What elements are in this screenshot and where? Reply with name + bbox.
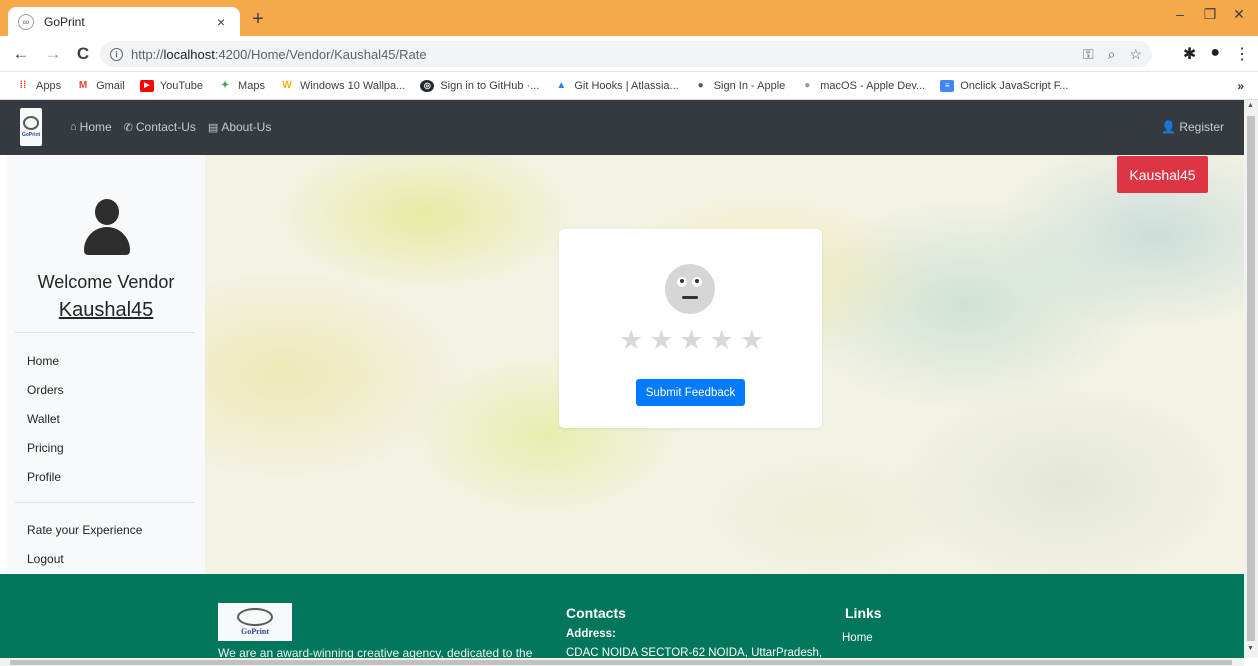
goprint-favicon-icon: ∞ [18, 13, 34, 30]
star-rating[interactable]: ★ ★ ★ ★ ★ [619, 326, 764, 354]
address-bar[interactable]: i http://localhost:4200/Home/Vendor/Kaus… [100, 41, 1152, 67]
footer-link-home[interactable]: Home [842, 632, 873, 644]
vendor-sidebar: Welcome Vendor Kaushal45 Home Orders Wal… [7, 155, 205, 574]
infinity-logo-icon [237, 608, 273, 626]
bookmark-star-icon[interactable]: ☆ [1129, 46, 1142, 63]
youtube-icon: ▶ [139, 79, 154, 92]
docs-icon: ≡ [940, 79, 955, 92]
app-navbar: GoPrint ⌂ Home ✆ Contact-Us ▤ About-Us 👤 Reg… [0, 100, 1244, 155]
star-icon[interactable]: ★ [710, 326, 734, 354]
horizontal-scrollbar[interactable] [0, 658, 1244, 666]
nav-home-link[interactable]: ⌂ Home [70, 120, 112, 134]
bookmark-apps[interactable]: ⁞⁞ Apps [16, 80, 61, 92]
footer-logo: GoPrint [218, 603, 292, 641]
bookmark-youtube[interactable]: ▶ YouTube [139, 79, 203, 92]
scroll-down-icon[interactable]: ▼ [1247, 645, 1254, 652]
nav-about-link[interactable]: ▤ About-Us [208, 120, 271, 134]
sidebar-item-logout[interactable]: Logout [27, 552, 64, 566]
footer-contacts-heading: Contacts [566, 605, 626, 621]
atlassian-icon: ▲ [556, 79, 567, 91]
key-icon[interactable]: ⚿ [1083, 46, 1094, 63]
home-icon: ⌂ [70, 121, 77, 133]
new-tab-button[interactable]: + [246, 8, 270, 30]
logo-word: GoPrint [21, 132, 41, 138]
github-icon: ◎ [420, 79, 435, 92]
bookmarks-bar: ⁞⁞ Apps M Gmail ▶ YouTube ✦ Maps W Windows 10… [0, 72, 1258, 100]
welcome-heading: Welcome Vendor [37, 272, 175, 292]
bookmark-atlassian[interactable]: ▲ Git Hooks | Atlassia... [554, 80, 678, 92]
bookmark-apple-signin[interactable]: ● Sign In - Apple [694, 80, 786, 92]
tab-close-icon[interactable]: × [212, 14, 230, 30]
star-icon[interactable]: ★ [740, 326, 764, 354]
maps-icon: ✦ [220, 79, 230, 91]
extensions-puzzle-icon[interactable]: ✱ [1183, 44, 1196, 64]
site-info-icon[interactable]: i [110, 47, 123, 61]
user-avatar-icon [84, 199, 130, 255]
wallpaper-w-icon: W [282, 79, 292, 91]
neutral-face-icon [665, 264, 715, 314]
bookmark-wallpaper[interactable]: W Windows 10 Wallpa... [280, 80, 405, 92]
profile-avatar-icon[interactable]: ● [1210, 44, 1220, 64]
apple-icon: ● [697, 79, 704, 91]
nav-contact-link[interactable]: ✆ Contact-Us [124, 120, 196, 134]
bookmark-onclick-js[interactable]: ≡ Onclick JavaScript F... [940, 79, 1068, 92]
footer-address-label: Address: [566, 628, 616, 640]
browser-menu-icon[interactable]: ⋮ [1234, 44, 1250, 64]
browser-tab[interactable]: ∞ GoPrint × [8, 7, 240, 36]
gmail-icon: M [78, 79, 88, 91]
bookmarks-overflow-icon[interactable]: » [1237, 79, 1244, 93]
url-text: http://localhost:4200/Home/Vendor/Kausha… [131, 46, 427, 62]
sidebar-item-pricing[interactable]: Pricing [27, 441, 64, 455]
sidebar-item-wallet[interactable]: Wallet [27, 412, 60, 426]
phone-icon: ✆ [123, 121, 133, 134]
back-arrow-icon[interactable]: ← [10, 44, 32, 64]
star-icon[interactable]: ★ [649, 326, 673, 354]
close-window-button[interactable]: ✕ [1224, 6, 1254, 23]
user-plus-icon: 👤 [1161, 120, 1177, 134]
tab-title: GoPrint [44, 14, 85, 29]
user-badge[interactable]: Kaushal45 [1117, 156, 1208, 193]
browser-toolbar: ← → C i http://localhost:4200/Home/Vendo… [0, 36, 1258, 72]
sidebar-item-home[interactable]: Home [27, 354, 59, 368]
bookmark-github[interactable]: ◎ Sign in to GitHub ·... [420, 79, 539, 92]
feedback-card: ★ ★ ★ ★ ★ Submit Feedback [559, 229, 822, 428]
apps-grid-icon: ⁞⁞ [19, 79, 27, 91]
register-link[interactable]: 👤 Register [1161, 120, 1224, 134]
infinity-logo-icon [23, 116, 39, 130]
footer-address: CDAC NOIDA SECTOR-62 NOIDA, UttarPradesh… [566, 647, 823, 658]
scroll-up-icon[interactable]: ▲ [1247, 102, 1254, 109]
star-icon[interactable]: ★ [619, 326, 643, 354]
id-card-icon: ▤ [207, 121, 219, 134]
footer-tagline: We are an award-winning creative agency,… [218, 646, 533, 658]
forward-arrow-icon[interactable]: → [42, 44, 64, 64]
footer: GoPrint We are an award-winning creative… [0, 574, 1244, 658]
restore-button[interactable]: ❐ [1195, 6, 1225, 23]
bookmark-maps[interactable]: ✦ Maps [218, 80, 265, 92]
goprint-logo[interactable]: GoPrint [20, 108, 42, 146]
apple-icon: ● [804, 79, 811, 91]
star-icon[interactable]: ★ [679, 326, 703, 354]
zoom-icon[interactable]: ⌕ [1108, 46, 1116, 63]
submit-feedback-button[interactable]: Submit Feedback [636, 379, 745, 406]
sidebar-item-orders[interactable]: Orders [27, 383, 64, 397]
minimize-button[interactable]: – [1165, 6, 1195, 22]
reload-icon[interactable]: C [72, 44, 94, 64]
footer-links-heading: Links [845, 605, 882, 621]
sidebar-divider [15, 502, 195, 503]
bookmark-gmail[interactable]: M Gmail [76, 80, 125, 92]
vendor-name-link[interactable]: Kaushal45 [7, 299, 205, 322]
scrollbar-thumb[interactable] [1247, 116, 1255, 641]
sidebar-divider [15, 332, 195, 333]
bookmark-macos-dev[interactable]: ● macOS - Apple Dev... [800, 80, 925, 92]
sidebar-item-rate[interactable]: Rate your Experience [27, 523, 142, 537]
sidebar-item-profile[interactable]: Profile [27, 470, 61, 484]
scrollbar-thumb[interactable] [10, 660, 1232, 665]
browser-titlebar: ∞ GoPrint × + – ❐ ✕ [0, 0, 1258, 36]
vertical-scrollbar[interactable]: ▲ ▼ [1244, 100, 1258, 658]
